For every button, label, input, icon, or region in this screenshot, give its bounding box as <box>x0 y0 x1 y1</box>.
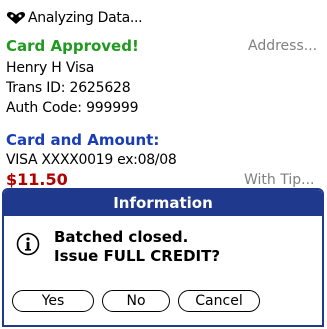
card-number-line: VISA XXXX0019 ex:08/08 <box>6 152 177 168</box>
dialog-message: Batched closed. Issue FULL CREDIT? <box>54 228 220 266</box>
address-link[interactable]: Address... <box>248 38 317 54</box>
no-button[interactable]: No <box>102 290 170 312</box>
amount-value: $11.50 <box>6 170 68 189</box>
cancel-button[interactable]: Cancel <box>178 290 260 312</box>
approval-heading: Card Approved! <box>6 37 139 55</box>
auth-code: Auth Code: 999999 <box>6 100 139 116</box>
information-dialog: Information Batched closed. Issue FULL C… <box>2 188 324 327</box>
handshake-heart-icon <box>6 11 26 25</box>
dialog-title: Information <box>4 190 322 216</box>
info-icon <box>16 232 40 256</box>
status-title: Analyzing Data... <box>28 10 143 26</box>
status-row: Analyzing Data... <box>6 10 143 26</box>
yes-button[interactable]: Yes <box>12 290 94 312</box>
card-holder: Henry H Visa <box>6 60 95 76</box>
card-amount-heading: Card and Amount: <box>6 131 160 149</box>
message-line-2: Issue FULL CREDIT? <box>54 247 221 265</box>
dialog-body: Batched closed. Issue FULL CREDIT? <box>4 218 322 278</box>
message-line-1: Batched closed. <box>54 228 189 246</box>
dialog-buttons: Yes No Cancel <box>4 290 322 312</box>
trans-id: Trans ID: 2625628 <box>6 80 131 96</box>
with-tip-link[interactable]: With Tip... <box>244 172 315 188</box>
